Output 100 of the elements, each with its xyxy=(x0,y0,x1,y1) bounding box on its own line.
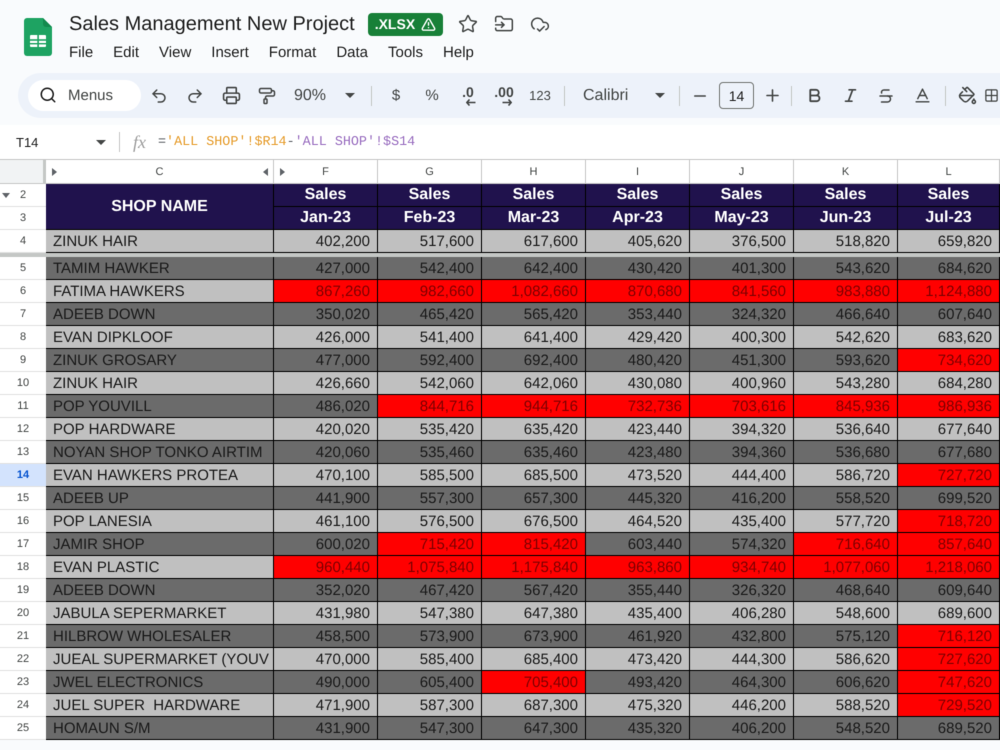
table-cell: 1,077,060 xyxy=(794,556,898,579)
column-header[interactable]: I xyxy=(586,160,690,184)
table-cell: 683,620 xyxy=(898,326,1000,349)
table-cell: 490,000 xyxy=(274,671,378,694)
borders-icon[interactable] xyxy=(984,88,999,103)
menu-item[interactable]: Insert xyxy=(211,44,249,60)
cell-reference-box[interactable]: T14 xyxy=(8,129,111,155)
header-cell: Jul-23 xyxy=(898,207,1000,230)
decrease-decimal-button[interactable]: .0 xyxy=(450,80,486,112)
row-number[interactable]: 14 xyxy=(0,464,46,487)
table-cell: 416,200 xyxy=(690,487,794,510)
print-icon[interactable] xyxy=(222,86,240,105)
table-cell: ZINUK HAIR xyxy=(46,372,274,395)
column-header[interactable]: C xyxy=(46,160,274,184)
menu-item[interactable]: Help xyxy=(443,44,474,60)
number-format-button[interactable]: 123 xyxy=(522,80,558,112)
search-field[interactable]: Menus xyxy=(28,80,141,111)
table-cell: 982,660 xyxy=(378,280,482,303)
table-cell: ZINUK HAIR xyxy=(46,230,274,253)
percent-button[interactable]: % xyxy=(414,80,450,112)
table-cell: 435,400 xyxy=(586,602,690,625)
file-format-badge[interactable]: .XLSX xyxy=(368,12,444,36)
paint-roller-icon[interactable] xyxy=(258,86,276,104)
table-cell: 420,020 xyxy=(274,418,378,441)
text-color-icon[interactable] xyxy=(912,86,932,105)
table-cell: ADEEB UP xyxy=(46,487,274,510)
table-cell: 732,736 xyxy=(586,395,690,418)
table-cell: 406,280 xyxy=(690,602,794,625)
column-header[interactable]: H xyxy=(482,160,586,184)
table-cell: 642,400 xyxy=(482,257,586,280)
table-cell: EVAN DIPKLOOF xyxy=(46,326,274,349)
table-cell: 815,420 xyxy=(482,533,586,556)
table-cell: 541,400 xyxy=(378,326,482,349)
table-cell: 558,520 xyxy=(794,487,898,510)
star-icon[interactable] xyxy=(458,14,478,34)
table-cell: 705,400 xyxy=(482,671,586,694)
table-cell: 586,720 xyxy=(794,464,898,487)
header-cell: May-23 xyxy=(690,207,794,230)
column-header[interactable]: G xyxy=(378,160,482,184)
table-cell: 747,620 xyxy=(898,671,1000,694)
menu-item[interactable]: Format xyxy=(268,44,316,60)
table-cell: 606,620 xyxy=(794,671,898,694)
table-cell: 353,440 xyxy=(586,303,690,326)
zoom-select[interactable]: 90% xyxy=(285,80,365,112)
document-title[interactable]: Sales Management New Project xyxy=(69,12,355,36)
table-cell: 673,900 xyxy=(482,625,586,648)
menu-item[interactable]: View xyxy=(159,44,192,60)
table-cell: 565,420 xyxy=(482,303,586,326)
table-cell: 471,900 xyxy=(274,694,378,717)
table-cell: ZINUK GROSARY xyxy=(46,349,274,372)
header-cell: Sales xyxy=(794,184,898,207)
table-cell: 493,420 xyxy=(586,671,690,694)
table-cell: 586,620 xyxy=(794,648,898,671)
right-arrow-icon[interactable] xyxy=(280,168,284,176)
undo-icon[interactable] xyxy=(150,86,168,104)
italic-icon[interactable] xyxy=(842,87,858,104)
table-cell: 845,936 xyxy=(794,395,898,418)
down-arrow-icon[interactable] xyxy=(2,192,10,198)
font-select[interactable]: Calibri xyxy=(571,80,675,112)
table-cell: POP LANESIA xyxy=(46,510,274,533)
table-cell: 647,380 xyxy=(482,602,586,625)
paint-bucket-icon[interactable] xyxy=(958,86,976,105)
table-cell: 716,120 xyxy=(898,625,1000,648)
table-cell: 573,900 xyxy=(378,625,482,648)
table-cell: 593,620 xyxy=(794,349,898,372)
menu-item[interactable]: File xyxy=(69,44,94,60)
header-cell: Jan-23 xyxy=(274,207,378,230)
table-cell: 983,880 xyxy=(794,280,898,303)
table-cell: 458,500 xyxy=(274,625,378,648)
table-cell: 468,640 xyxy=(794,579,898,602)
column-header[interactable]: F xyxy=(274,160,378,184)
column-header[interactable]: J xyxy=(690,160,794,184)
table-cell: 431,900 xyxy=(274,717,378,740)
table-cell: 727,620 xyxy=(898,648,1000,671)
column-header[interactable]: K xyxy=(794,160,898,184)
column-header[interactable]: L xyxy=(898,160,1000,184)
table-cell: 585,500 xyxy=(378,464,482,487)
app-logo[interactable] xyxy=(24,18,52,56)
menu-item[interactable]: Edit xyxy=(113,44,140,60)
redo-icon[interactable] xyxy=(186,86,204,104)
table-cell: HOMAUN S/M xyxy=(46,717,274,740)
table-cell: 420,060 xyxy=(274,441,378,464)
table-cell: 536,640 xyxy=(794,418,898,441)
menu-item[interactable]: Tools xyxy=(388,44,424,60)
formula-text[interactable]: ='ALL SHOP'!$R14-'ALL SHOP'!$S14 xyxy=(158,134,416,150)
increase-decimal-button[interactable]: .00 xyxy=(486,80,522,112)
table-cell: 703,616 xyxy=(690,395,794,418)
folder-icon[interactable] xyxy=(494,14,514,34)
table-cell: 473,520 xyxy=(586,464,690,487)
right-arrow-icon[interactable] xyxy=(52,168,56,176)
table-cell: 475,320 xyxy=(586,694,690,717)
table-cell: 535,420 xyxy=(378,418,482,441)
table-cell: 1,218,060 xyxy=(898,556,1000,579)
font-size-field[interactable]: 14 xyxy=(719,82,754,109)
currency-button[interactable]: $ xyxy=(378,80,414,112)
left-arrow-icon[interactable] xyxy=(262,168,268,176)
menu-item[interactable]: Data xyxy=(336,44,368,60)
table-cell: 647,300 xyxy=(482,717,586,740)
strikethrough-icon[interactable] xyxy=(877,86,895,104)
table-cell: 684,620 xyxy=(898,257,1000,280)
